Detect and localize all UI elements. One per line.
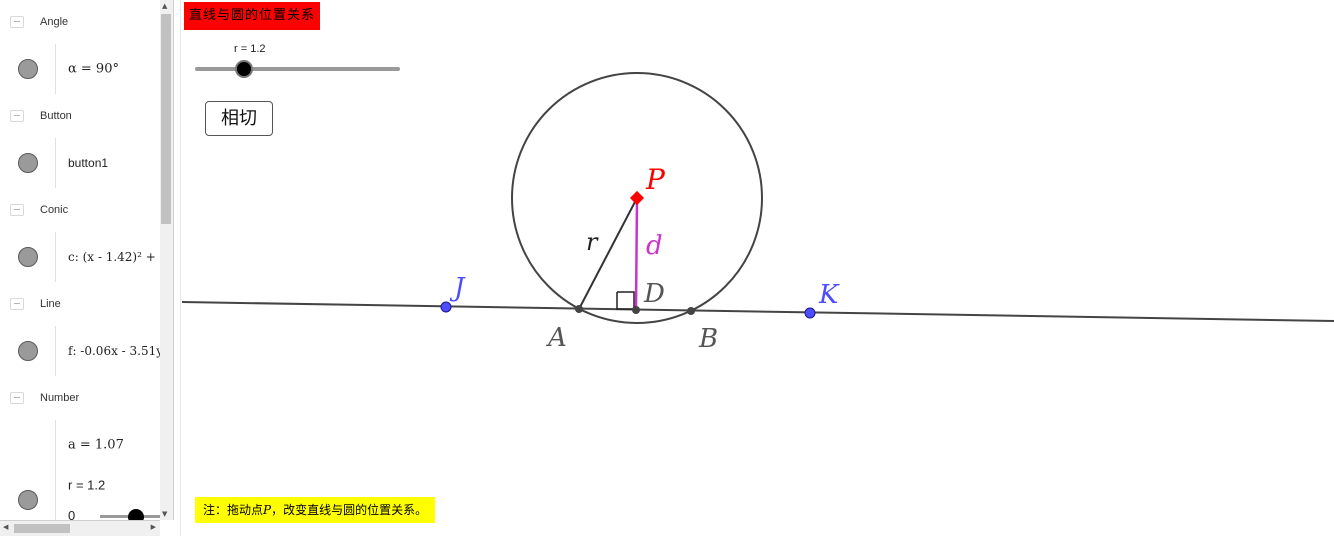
slider-label: r = 1.2 <box>234 43 266 55</box>
scroll-down-icon[interactable]: ▼ <box>162 510 167 518</box>
note-suffix: ，改变直线与圆的位置关系。 <box>271 503 428 517</box>
algebra-item-value[interactable]: α = 90° <box>68 62 119 77</box>
scroll-right-icon[interactable]: ▶ <box>151 523 156 531</box>
slider-min-label: 0 <box>68 508 76 520</box>
algebra-horizontal-scrollbar[interactable]: ◀ ▶ <box>0 520 160 536</box>
segment-d[interactable] <box>634 197 639 311</box>
title-text-box: 直线与圆的位置关系 <box>184 2 321 30</box>
geometry-canvas[interactable]: P J K A B D r d <box>182 0 1334 536</box>
point-A[interactable] <box>575 305 583 313</box>
group-label: Line <box>40 298 61 310</box>
group-label: Conic <box>40 204 69 216</box>
group-header-number[interactable]: Number <box>0 376 160 421</box>
collapse-icon[interactable] <box>10 16 24 28</box>
scrollbar-thumb[interactable] <box>14 524 70 533</box>
visibility-toggle-icon[interactable] <box>18 341 38 361</box>
algebra-vertical-scrollbar[interactable]: ▲ ▼ <box>160 0 174 520</box>
label-J: J <box>449 273 466 303</box>
label-D: D <box>643 279 665 309</box>
algebra-item-value[interactable]: button1 <box>68 156 108 170</box>
algebra-item-button1[interactable]: button1 <box>0 138 160 189</box>
group-label: Angle <box>40 16 69 28</box>
graphics-view[interactable]: P J K A B D r d 直线与圆的位置关系 r = 1.2 相切 注：拖… <box>182 0 1334 536</box>
algebra-item-value[interactable]: r = 1.2 <box>68 478 105 493</box>
label-d: d <box>646 231 663 261</box>
collapse-icon[interactable] <box>10 298 24 310</box>
note-var: P <box>263 503 272 517</box>
slider-r-track[interactable] <box>195 67 400 71</box>
group-header-conic[interactable]: Conic <box>0 188 160 233</box>
visibility-toggle-icon[interactable] <box>18 153 38 173</box>
visibility-toggle-icon[interactable] <box>18 59 38 79</box>
right-angle-marker <box>616 291 635 310</box>
note-prefix: 注：拖动点 <box>203 503 264 517</box>
collapse-icon[interactable] <box>10 110 24 122</box>
algebra-item-r[interactable]: r = 1.2 0 <box>0 470 160 520</box>
group-header-line[interactable]: Line <box>0 282 160 327</box>
algebra-item-value[interactable]: a = 1.07 <box>68 438 124 453</box>
point-P[interactable] <box>629 190 645 206</box>
collapse-icon[interactable] <box>10 204 24 216</box>
algebra-item-value[interactable]: c: (x - 1.42)² + <box>68 250 156 264</box>
group-header-angle[interactable]: Angle <box>0 0 160 45</box>
scroll-up-icon[interactable]: ▲ <box>162 2 167 10</box>
algebra-view: Angle α = 90° Button button1 Conic c: (x… <box>0 0 161 520</box>
group-header-button[interactable]: Button <box>0 94 160 139</box>
algebra-item-value[interactable]: f: -0.06x - 3.51y <box>68 344 160 358</box>
scrollbar-thumb[interactable] <box>161 14 171 224</box>
label-P: P <box>645 163 666 196</box>
label-r: r <box>586 228 599 256</box>
algebra-slider-knob[interactable] <box>128 509 144 520</box>
relation-button[interactable]: 相切 <box>205 101 273 136</box>
line-f[interactable] <box>182 301 1334 322</box>
algebra-item-a[interactable]: a = 1.07 <box>0 420 160 471</box>
algebra-item-f[interactable]: f: -0.06x - 3.51y <box>0 326 160 377</box>
label-K: K <box>818 280 840 310</box>
point-J[interactable] <box>440 301 452 313</box>
label-A: A <box>546 323 567 353</box>
point-B[interactable] <box>687 307 695 315</box>
group-label: Number <box>40 392 80 404</box>
view-divider[interactable] <box>174 0 181 536</box>
collapse-icon[interactable] <box>10 392 24 404</box>
label-B: B <box>698 324 718 354</box>
instruction-note: 注：拖动点P，改变直线与圆的位置关系。 <box>195 497 436 523</box>
algebra-item-alpha[interactable]: α = 90° <box>0 44 160 95</box>
point-K[interactable] <box>804 307 816 319</box>
scroll-left-icon[interactable]: ◀ <box>3 523 8 531</box>
algebra-item-c[interactable]: c: (x - 1.42)² + <box>0 232 160 283</box>
visibility-toggle-icon[interactable] <box>18 247 38 267</box>
visibility-toggle-icon[interactable] <box>18 490 38 510</box>
group-label: Button <box>40 110 72 122</box>
point-D[interactable] <box>632 306 640 314</box>
